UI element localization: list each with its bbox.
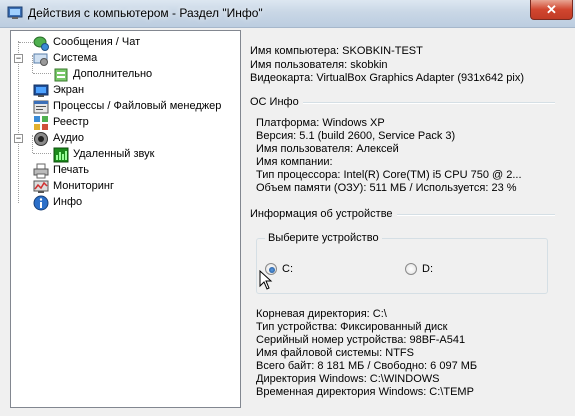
advanced-icon	[54, 68, 68, 82]
cpu-type: Тип процессора: Intel(R) Core(TM) i5 CPU…	[256, 169, 522, 181]
tree-item-label: Удаленный звук	[73, 148, 155, 160]
device-type: Тип устройства: Фиксированный диск	[256, 321, 448, 333]
tree-item-label: Процессы / Файловый менеджер	[53, 100, 222, 112]
window-title: Действия с компьютером - Раздел "Инфо"	[28, 6, 263, 20]
printer-icon	[33, 163, 49, 179]
computer-name: Имя компьютера: SKOBKIN-TEST	[250, 45, 423, 57]
user-name: Имя пользователя: skobkin	[250, 59, 388, 71]
device-groupbox: Выберите устройство C: D:	[256, 232, 548, 294]
serial-number: Серийный номер устройства: 98BF-A541	[256, 334, 466, 346]
mouse-cursor-icon	[259, 270, 273, 290]
tree-line	[33, 153, 51, 154]
temp-directory: Временная директория Windows: C:\TEMP	[256, 386, 474, 398]
root-directory: Корневая директория: C:\	[256, 308, 387, 320]
radio-circle	[405, 263, 417, 275]
filesystem-name: Имя файловой системы: NTFS	[256, 347, 414, 359]
tree-line	[19, 42, 33, 43]
device-section-header: Информация об устройстве	[250, 208, 397, 220]
tree-item-label: Инфо	[53, 196, 83, 208]
radio-label: C:	[282, 263, 293, 275]
os-platform: Платформа: Windows XP	[256, 117, 385, 129]
tree-item-label: Сообщения / Чат	[53, 36, 141, 48]
chat-icon	[33, 36, 49, 51]
monitoring-icon	[33, 180, 49, 193]
radio-label: D:	[422, 263, 433, 275]
collapse-toggle-system[interactable]: −	[14, 54, 23, 63]
windows-directory: Директория Windows: C:\WINDOWS	[256, 373, 440, 385]
registry-icon	[34, 116, 48, 130]
video-card: Видеокарта: VirtualBox Graphics Adapter …	[250, 72, 525, 84]
collapse-toggle-audio[interactable]: −	[14, 134, 23, 143]
os-version: Версия: 5.1 (build 2600, Service Pack 3)	[256, 130, 456, 142]
disk-space: Всего байт: 8 181 МБ / Свободно: 6 097 М…	[256, 360, 478, 372]
processes-icon	[33, 100, 49, 114]
info-panel: Имя компьютера: SKOBKIN-TEST Имя пользов…	[250, 30, 565, 410]
tree-item-label: Система	[53, 52, 98, 64]
memory-info: Объем памяти (ОЗУ): 511 МБ / Используетс…	[256, 182, 517, 194]
tree-line	[18, 41, 19, 203]
tree-item-label: Печать	[53, 164, 90, 176]
remote-sound-icon	[53, 147, 69, 163]
device-groupbox-title: Выберите устройство	[265, 232, 382, 244]
os-section-header: ОС Инфо	[250, 96, 303, 108]
title-bar[interactable]: Действия с компьютером - Раздел "Инфо" ✕	[0, 0, 575, 28]
tree-line	[33, 73, 51, 74]
tree-item-label: Реестр	[53, 116, 89, 128]
os-user: Имя пользователя: Алексей	[256, 143, 399, 155]
app-window: Действия с компьютером - Раздел "Инфо" ✕…	[0, 0, 575, 416]
os-company: Имя компании:	[256, 156, 333, 168]
app-icon	[7, 6, 23, 19]
audio-icon	[34, 132, 48, 146]
tree-item-label: Аудио	[53, 132, 85, 144]
section-tree[interactable]: − − Сообщения / Чат Система Дополнительн…	[10, 30, 241, 408]
info-icon	[33, 195, 49, 211]
close-button[interactable]: ✕	[530, 0, 573, 20]
monitor-icon	[33, 84, 49, 97]
tree-item-label: Мониторинг	[53, 180, 115, 192]
tree-item-label: Дополнительно	[73, 68, 153, 80]
system-icon	[33, 53, 48, 66]
tree-item-label: Экран	[53, 84, 85, 96]
